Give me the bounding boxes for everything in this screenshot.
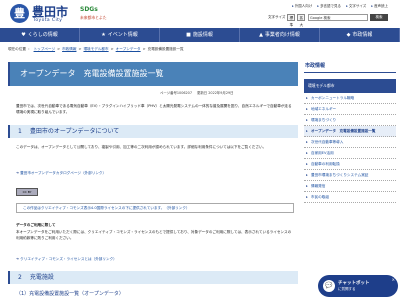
section-heading-2: 2 充電施設 xyxy=(8,271,298,284)
cityhall-icon: ◆ xyxy=(346,32,351,38)
cc-about-link-row: クリエイティブ・コモンズ・ライセンスとは（外部リンク） xyxy=(16,256,294,262)
breadcrumb-cityinfo[interactable]: 市政情報 xyxy=(62,47,76,52)
font-size-control: 文字サイズ 標準 拡大 xyxy=(268,14,306,27)
chatbot-text: チャットボット に質問する xyxy=(338,281,369,292)
intro-text: 豊田市では、次世代自動車である電気自動車（EV）・プラグインハイブリッド車（PH… xyxy=(16,104,292,114)
nav-life-label: くらしの情報 xyxy=(27,32,58,38)
breadcrumb: 現在の位置： トップページ > 市政情報 > 環境モデル都市 > オープンデータ > 充… xyxy=(8,47,184,52)
sidebar: 市政情報 環境モデル都市 カーボンニュートラル戦略 地域エネルギー 環境まちづく… xyxy=(304,62,396,203)
sidebar-item-energy[interactable]: 地域エネルギー xyxy=(304,104,396,115)
cc-about-link[interactable]: クリエイティブ・コモンズ・ライセンスとは（外部リンク） xyxy=(16,257,117,261)
nav-facilities[interactable]: ■ 施設情報 xyxy=(160,28,240,42)
site-header: 豊 豊田市 Toyota City SDGs 未来都市とよた 外国人向け 多言語… xyxy=(0,0,400,28)
city-name-en: Toyota City xyxy=(33,18,63,23)
page-meta: ページ番号1006207 更新日 2022年9月29日 xyxy=(160,90,234,95)
breadcrumb-label: 現在の位置 xyxy=(8,47,26,51)
cc-license-badge[interactable]: CC BY xyxy=(16,188,38,196)
section-number-1: 1 xyxy=(18,128,22,135)
font-large-button[interactable]: 拡大 xyxy=(297,14,306,27)
utility-links: 外国人向け 多言語で見る 文字サイズ 音声読上 xyxy=(292,4,388,9)
section-title-1: 豊田市のオープンデータについて xyxy=(29,128,120,135)
font-standard-button[interactable]: 標準 xyxy=(287,14,296,27)
sidebar-item-private-ev[interactable]: 自家用EV活用 xyxy=(304,148,396,159)
license-note-box: この作品はクリエイティブ・コモンズ表示4.0国際ライセンスの下に提供されています… xyxy=(16,203,294,213)
breadcrumb-current: 充電設備設置施設一覧 xyxy=(147,47,184,51)
business-icon: ▲ xyxy=(259,32,263,38)
sidebar-item-nextgen-cars[interactable]: 次世代自動車等導入 xyxy=(304,137,396,148)
chatbot-close-icon[interactable]: × xyxy=(392,277,395,282)
sidebar-item-town[interactable]: 環境まちづくり xyxy=(304,115,396,126)
section-title-2: 充電施設 xyxy=(29,274,54,281)
page-title-bar: オープンデータ 充電設備設置施設一覧 xyxy=(8,62,298,86)
star-icon: ★ xyxy=(101,32,106,38)
search-button[interactable]: 検索 xyxy=(370,14,388,21)
subsection-title: （1）充電設備設置施設一覧（オープンデータ） xyxy=(16,291,124,297)
chatbot-sub: に質問する xyxy=(338,286,356,291)
page-id: ページ番号1006207 xyxy=(160,91,192,95)
nav-cityinfo[interactable]: ◆ 市政情報 xyxy=(320,28,400,42)
usage-title: データのご利用に際して xyxy=(16,223,56,227)
utility-link-foreign[interactable]: 外国人向け xyxy=(292,4,313,9)
opendata-catalog-link-row: 豊田市オープンデータカタログページ（外部リンク） xyxy=(16,170,294,176)
sidebar-item-opendata[interactable]: オープンデータ 充電設備設置施設一覧 xyxy=(304,126,396,137)
sdgs-logo[interactable]: SDGs xyxy=(80,6,98,13)
license-note-link[interactable]: この作品はクリエイティブ・コモンズ表示4.0国際ライセンスの下に提供されています… xyxy=(23,206,190,210)
breadcrumb-opendata[interactable]: オープンデータ xyxy=(116,47,141,52)
opendata-catalog-link[interactable]: 豊田市オープンデータカタログページ（外部リンク） xyxy=(16,171,106,175)
nav-events[interactable]: ★ イベント情報 xyxy=(80,28,160,42)
sidebar-item-publicity[interactable]: 情報発信 xyxy=(304,181,396,192)
sdgs-subtitle: 未来都市とよた xyxy=(80,15,107,20)
usage-text: 本オープンデータをご利用いただく際には、クリエイティブ・コモンズ・ライセンスのも… xyxy=(16,230,292,240)
building-icon: ■ xyxy=(186,32,191,38)
breadcrumb-model-city[interactable]: 環境モデル都市 xyxy=(83,47,108,52)
chatbot-button[interactable]: 💬 チャットボット に質問する × xyxy=(318,275,398,297)
section1-text: このデータは、オープンデータとして公開しており、複製や引用、加工等の二次利用が認… xyxy=(16,145,267,149)
page-title: オープンデータ 充電設備設置施設一覧 xyxy=(20,69,164,78)
global-nav: ♥ くらしの情報 ★ イベント情報 ■ 施設情報 ▲ 事業者向け情報 ◆ 市政情報 xyxy=(0,28,400,42)
nav-life[interactable]: ♥ くらしの情報 xyxy=(0,28,80,42)
breadcrumb-home[interactable]: トップページ xyxy=(34,47,56,52)
sidebar-title[interactable]: 市政情報 xyxy=(304,62,396,73)
utility-link-translate[interactable]: 多言語で見る xyxy=(317,4,341,9)
nav-events-label: イベント情報 xyxy=(107,32,138,38)
font-size-label: 文字サイズ xyxy=(268,15,286,19)
search-input[interactable]: Google 検索 xyxy=(308,14,368,21)
sidebar-item-system-demo[interactable]: 豊田市環境まちづくりシステム実証 xyxy=(304,170,396,181)
sidebar-item-carbon[interactable]: カーボンニュートラル戦略 xyxy=(304,93,396,104)
updated-date: 更新日 2022年9月29日 xyxy=(197,91,234,95)
utility-link-fontsize[interactable]: 文字サイズ xyxy=(346,4,366,9)
utility-link-speech[interactable]: 音声読上 xyxy=(371,4,388,9)
city-logo[interactable]: 豊 xyxy=(10,4,29,23)
nav-business-label: 事業者向け情報 xyxy=(264,32,300,38)
nav-cityinfo-label: 市政情報 xyxy=(352,32,373,38)
section-heading-1: 1 豊田市のオープンデータについて xyxy=(8,125,298,138)
chat-bubble-icon: 💬 xyxy=(323,280,335,292)
sidebar-current-category[interactable]: 環境モデル都市 xyxy=(304,79,396,93)
heart-icon: ♥ xyxy=(21,32,26,38)
sidebar-item-citizen[interactable]: 市民の取組 xyxy=(304,192,396,203)
chatbot-label: チャットボット xyxy=(338,280,370,286)
nav-facilities-label: 施設情報 xyxy=(192,32,213,38)
section-number-2: 2 xyxy=(18,274,22,281)
sidebar-item-car-shift[interactable]: 自動車の利用転換 xyxy=(304,159,396,170)
nav-business[interactable]: ▲ 事業者向け情報 xyxy=(240,28,320,42)
